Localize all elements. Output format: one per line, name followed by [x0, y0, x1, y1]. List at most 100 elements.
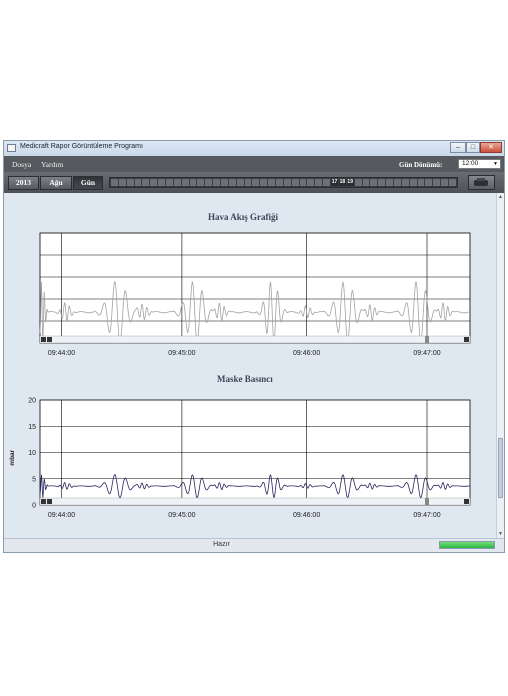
day-cell[interactable] [386, 179, 393, 186]
airflow-chart-title: Hava Akış Grafiği [208, 212, 279, 222]
progress-bar [439, 541, 495, 549]
day-cell[interactable] [150, 179, 158, 186]
scroll-left-button [47, 337, 52, 342]
day-cell[interactable] [323, 179, 331, 186]
day-cell[interactable] [228, 179, 236, 186]
day-cell[interactable] [166, 179, 173, 186]
day-cell[interactable] [134, 179, 142, 186]
day-cell[interactable]: 18 [338, 179, 346, 186]
day-cell[interactable] [409, 179, 417, 186]
scroll-left-button [41, 499, 46, 504]
day-cell[interactable] [205, 179, 213, 186]
day-cell[interactable] [283, 179, 291, 186]
mask-pressure-chart: 09:44:00 09:45:00 09:46:00 09:47:00 0 5 10 15 20… [9, 398, 471, 519]
day-cell[interactable] [126, 179, 134, 186]
control-button[interactable] [468, 175, 495, 190]
day-cell[interactable] [291, 179, 299, 186]
scroll-thumb[interactable] [498, 438, 503, 498]
day-cell[interactable] [307, 179, 315, 186]
x-tick-label: 09:45:00 [168, 350, 195, 357]
gun-donumu-value: 12:00 [462, 160, 479, 167]
day-cell[interactable] [181, 179, 189, 186]
app-window: Medicraft Rapor Görüntüleme Programı – □… [3, 140, 505, 553]
day-cell[interactable] [417, 179, 425, 186]
y-tick-label: 10 [28, 450, 36, 457]
day-cell[interactable]: 19 [346, 179, 354, 186]
scroll-left-button [41, 337, 46, 342]
day-cell[interactable] [354, 179, 362, 186]
window-title: Medicraft Rapor Görüntüleme Programı [20, 143, 143, 150]
day-cell[interactable] [197, 179, 205, 186]
chevron-down-icon: ▼ [493, 161, 498, 167]
day-cell[interactable] [111, 179, 118, 186]
y-tick-label: 0 [32, 503, 36, 510]
x-tick-label: 09:46:00 [293, 512, 320, 519]
scroll-marker [425, 498, 429, 505]
day-cell[interactable] [221, 179, 228, 186]
day-cell[interactable] [173, 179, 181, 186]
day-cell[interactable] [244, 179, 252, 186]
year-button[interactable]: 2013 [8, 176, 39, 190]
day-cell[interactable] [236, 179, 244, 186]
day-button[interactable]: Gün [73, 176, 103, 190]
y-tick-label: 5 [32, 476, 36, 483]
menu-dosya[interactable]: Dosya [12, 160, 31, 169]
scroll-up-icon[interactable]: ▲ [497, 193, 504, 201]
gun-donumu-select[interactable]: 12:00 ▼ [458, 159, 501, 169]
day-cell[interactable] [276, 179, 283, 186]
chart-scrollbar [39, 497, 471, 506]
day-cell[interactable] [441, 179, 448, 186]
day-cell[interactable] [433, 179, 441, 186]
scroll-right-button [464, 499, 469, 504]
day-cell[interactable] [362, 179, 370, 186]
x-tick-label: 09:47:00 [413, 350, 440, 357]
x-tick-label: 09:47:00 [413, 512, 440, 519]
minimize-button[interactable]: – [450, 142, 466, 153]
day-cell[interactable] [448, 179, 456, 186]
scroll-marker [425, 336, 429, 343]
day-cell[interactable] [252, 179, 260, 186]
y-tick-label: 20 [28, 398, 36, 405]
day-cell[interactable] [370, 179, 378, 186]
day-cell[interactable] [142, 179, 150, 186]
day-cell[interactable] [118, 179, 126, 186]
day-cell[interactable] [378, 179, 386, 186]
day-cell[interactable] [315, 179, 323, 186]
status-bar: Hazır [4, 538, 504, 552]
scroll-down-icon[interactable]: ▼ [497, 530, 504, 538]
day-cell[interactable] [213, 179, 221, 186]
day-cell[interactable] [401, 179, 409, 186]
scroll-left-button [47, 499, 52, 504]
vertical-scrollbar[interactable]: ▲ ▼ [496, 193, 504, 538]
menu-yardim[interactable]: Yardım [41, 160, 63, 169]
y-axis-label: mbar [9, 449, 16, 465]
day-cell[interactable] [268, 179, 276, 186]
day-selector[interactable]: 17 18 19 [109, 177, 458, 188]
scroll-right-button [464, 337, 469, 342]
mask-chart-title: Maske Basıncı [217, 374, 273, 384]
status-text: Hazır [213, 541, 230, 548]
day-cell[interactable] [189, 179, 197, 186]
plot-area [39, 232, 471, 344]
day-cell[interactable]: 17 [331, 179, 338, 186]
title-bar: Medicraft Rapor Görüntüleme Programı – □… [4, 141, 504, 156]
x-tick-label: 09:46:00 [293, 350, 320, 357]
close-button[interactable]: ✕ [480, 142, 502, 153]
app-icon [7, 144, 16, 152]
day-cell[interactable] [260, 179, 268, 186]
chart-scrollbar [39, 335, 471, 344]
gun-donumu-label: Gün Dönümü: [399, 161, 443, 169]
menu-bar: Dosya Yardım Gün Dönümü: 12:00 ▼ [4, 156, 504, 172]
x-tick-label: 09:45:00 [168, 512, 195, 519]
x-tick-label: 09:44:00 [48, 350, 75, 357]
toolbar: 2013 Ağu Gün 17 18 19 [4, 172, 504, 193]
day-cell[interactable] [425, 179, 433, 186]
day-cell[interactable] [158, 179, 166, 186]
day-cell[interactable] [299, 179, 307, 186]
device-icon [474, 178, 488, 186]
y-tick-label: 15 [28, 424, 36, 431]
day-cell[interactable] [393, 179, 401, 186]
x-tick-label: 09:44:00 [48, 512, 75, 519]
maximize-button[interactable]: □ [466, 142, 480, 153]
week-button[interactable]: Ağu [40, 176, 72, 190]
